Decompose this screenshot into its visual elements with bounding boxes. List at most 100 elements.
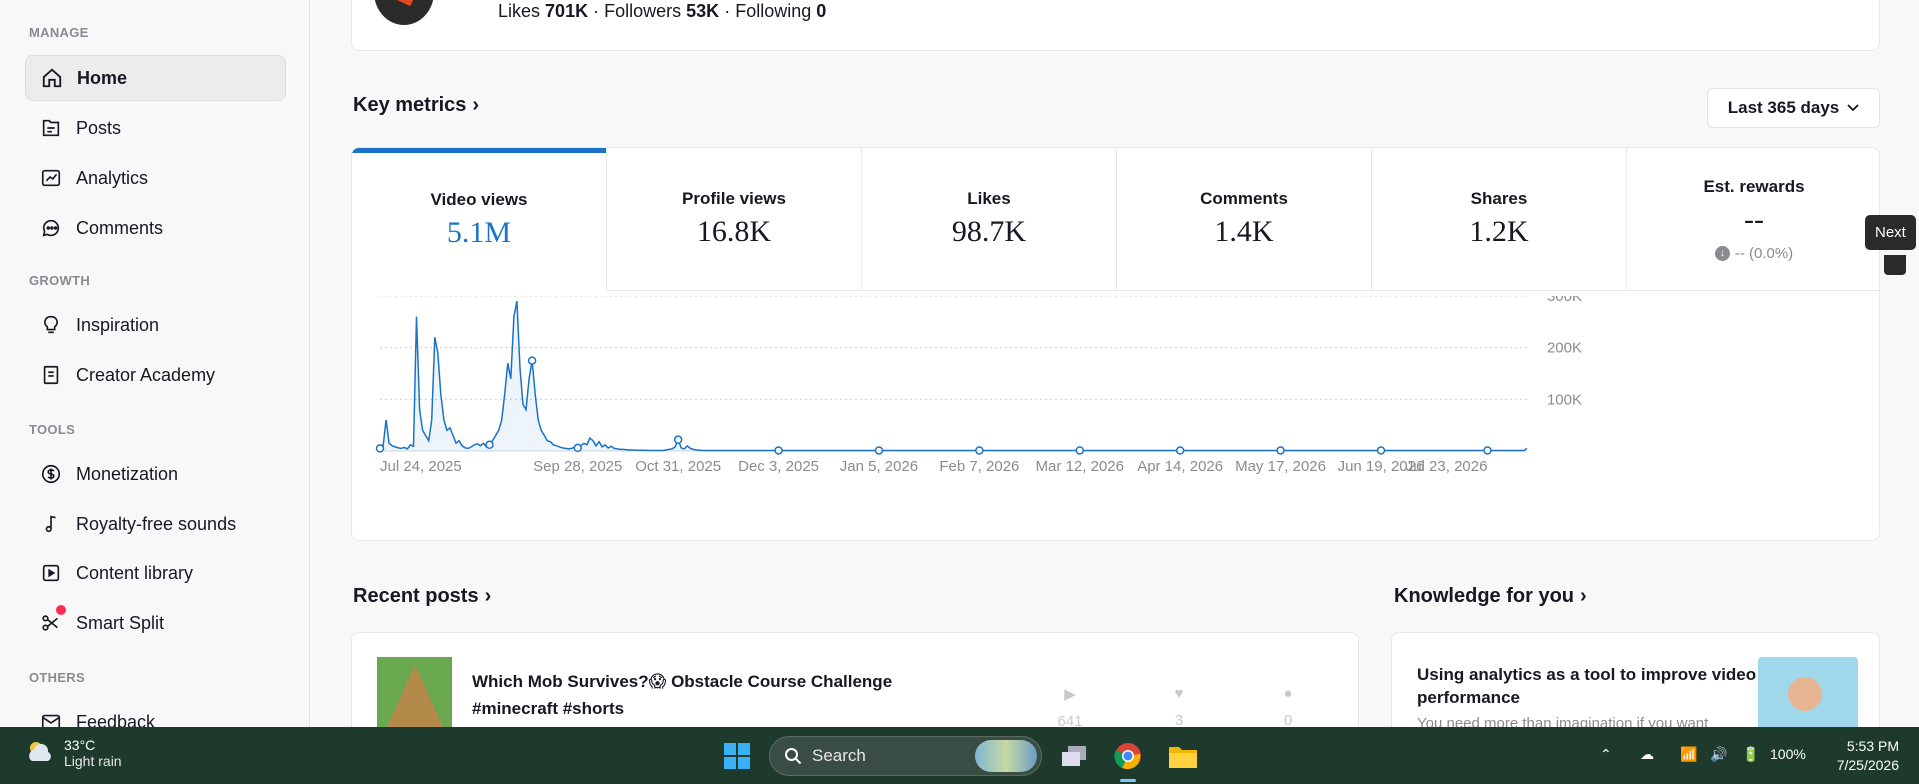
main-content: Likes 701K · Followers 53K · Following 0…	[311, 0, 1919, 727]
sidebar-item-content-library[interactable]: Content library	[25, 550, 286, 596]
sidebar-item-monetization[interactable]: Monetization	[25, 451, 286, 497]
avatar[interactable]	[374, 0, 434, 25]
chrome-icon[interactable]	[1109, 737, 1147, 775]
data-point	[375, 444, 385, 453]
post-thumbnail[interactable]	[377, 657, 452, 727]
key-metrics-link[interactable]: Key metrics ›	[353, 94, 479, 117]
onedrive-icon[interactable]: ☁	[1640, 746, 1654, 763]
lightbulb-icon	[43, 315, 59, 334]
file-explorer-icon[interactable]	[1164, 737, 1202, 775]
windows-start-icon[interactable]	[718, 737, 756, 775]
chevron-up-icon[interactable]: ⌃	[1600, 746, 1612, 763]
series-line	[379, 301, 1528, 452]
section-title-manage: MANAGE	[29, 25, 89, 40]
data-point	[1376, 446, 1386, 455]
comments-count: 0	[1283, 712, 1293, 727]
sidebar-item-label: Royalty-free sounds	[76, 513, 237, 534]
chevron-right-icon: ›	[484, 585, 492, 607]
x-tick-label: Jul 23, 2026	[1406, 458, 1488, 475]
post-comments: ● 0	[1268, 685, 1308, 727]
sidebar-item-inspiration[interactable]: Inspiration	[25, 302, 286, 348]
weather-widget[interactable]: 33°C Light rain	[24, 737, 122, 769]
sidebar-item-label: Inspiration	[76, 314, 160, 335]
x-tick-label: Feb 7, 2026	[939, 458, 1019, 475]
knowledge-title: Knowledge for you	[1394, 585, 1574, 607]
sidebar-item-creator-academy[interactable]: Creator Academy	[25, 352, 286, 398]
sidebar-item-royalty-free-sounds[interactable]: Royalty-free sounds	[25, 501, 286, 547]
chevron-right-icon: ›	[472, 94, 480, 116]
scissors-icon	[42, 615, 58, 631]
recent-posts-link[interactable]: Recent posts ›	[353, 585, 491, 608]
play-icon: ▶	[1064, 686, 1076, 703]
home-icon	[42, 68, 62, 88]
play-square-icon	[42, 564, 60, 582]
tab-est-rewards[interactable]: Est. rewards -- ↓ -- (0.0%)	[1627, 148, 1879, 291]
tab-likes[interactable]: Likes 98.7K	[862, 148, 1117, 291]
task-view-icon[interactable]	[1055, 737, 1093, 775]
sidebar-item-smart-split[interactable]: Smart Split	[25, 600, 286, 646]
x-tick-label: Apr 14, 2026	[1137, 458, 1223, 475]
views-line-chart: 100K 200K 300K Jul 24, 2025 Sep 28, 2025 Oct …	[375, 296, 1582, 475]
y-tick-label: 200K	[1547, 340, 1582, 357]
data-point	[1276, 446, 1285, 455]
tab-value: 1.2K	[1469, 215, 1529, 248]
x-tick-label: Jul 24, 2025	[380, 458, 462, 475]
tab-shares[interactable]: Shares 1.2K	[1372, 148, 1627, 291]
y-tick-label: 100K	[1547, 391, 1582, 408]
metric-tabs: Video views 5.1M Profile views 16.8K Lik…	[352, 148, 1879, 291]
sidebar-item-label: Feedback	[76, 711, 156, 728]
taskbar-search[interactable]: Search	[769, 736, 1042, 776]
data-point	[527, 356, 537, 365]
sidebar-item-feedback[interactable]: Feedback	[25, 699, 286, 727]
data-point	[1075, 446, 1085, 455]
comment-icon: ●	[1283, 685, 1293, 702]
data-point	[573, 443, 583, 453]
volume-icon[interactable]: 🔊	[1710, 746, 1727, 763]
tab-comments[interactable]: Comments 1.4K	[1117, 148, 1372, 291]
likes-label: Likes	[498, 1, 541, 21]
chevron-down-icon	[1847, 104, 1859, 112]
book-icon	[43, 365, 59, 385]
y-tick-label: 300K	[1547, 296, 1582, 305]
post-likes: ♥ 3	[1159, 685, 1199, 727]
clock[interactable]: 5:53 PM 7/25/2026	[1825, 737, 1899, 775]
sidebar-item-label: Analytics	[76, 167, 149, 188]
tab-label: Shares	[1470, 189, 1528, 208]
date-range-dropdown[interactable]: Last 365 days	[1707, 88, 1880, 128]
data-point	[774, 446, 783, 455]
clock-time: 5:53 PM	[1846, 738, 1899, 754]
knowledge-card[interactable]: Using analytics as a tool to improve vid…	[1391, 632, 1880, 727]
separator: ·	[724, 1, 731, 21]
views-count: 641	[1057, 713, 1083, 727]
sidebar-item-comments[interactable]: Comments	[25, 205, 286, 251]
sidebar-item-home[interactable]: Home	[25, 55, 286, 101]
section-title-growth: GROWTH	[29, 273, 91, 288]
sidebar-item-posts[interactable]: Posts	[25, 105, 286, 151]
next-button[interactable]	[1884, 255, 1906, 275]
comments-icon	[42, 219, 60, 237]
dollar-icon	[41, 464, 61, 484]
key-metrics-title: Key metrics	[353, 94, 467, 116]
section-title-tools: TOOLS	[29, 422, 76, 437]
tab-label: Profile views	[682, 189, 786, 208]
knowledge-link[interactable]: Knowledge for you ›	[1394, 585, 1587, 608]
tab-video-views[interactable]: Video views 5.1M	[352, 148, 607, 291]
likes-count: 3	[1174, 712, 1184, 727]
x-tick-label: Sep 28, 2025	[533, 458, 622, 475]
battery-icon[interactable]: 🔋	[1742, 746, 1759, 763]
arrow-down-icon: ↓	[1714, 245, 1730, 261]
post-title[interactable]: Which Mob Survives?😱 Obstacle Course Cha…	[472, 668, 932, 722]
tab-value: 1.4K	[1214, 215, 1274, 248]
tab-profile-views[interactable]: Profile views 16.8K	[607, 148, 862, 291]
cloud-rain-icon	[29, 742, 51, 761]
tab-value: 16.8K	[696, 215, 772, 248]
tab-label: Comments	[1200, 189, 1288, 208]
wifi-icon[interactable]: 📶	[1680, 746, 1697, 763]
sidebar-item-analytics[interactable]: Analytics	[25, 155, 286, 201]
knowledge-card-title: Using analytics as a tool to improve vid…	[1417, 665, 1757, 707]
section-title-others: OTHERS	[29, 670, 85, 685]
recent-post-card[interactable]: Which Mob Survives?😱 Obstacle Course Cha…	[351, 632, 1359, 727]
x-tick-label: Jan 5, 2026	[840, 458, 918, 475]
temperature: 33°C	[64, 737, 96, 753]
knowledge-thumbnail	[1758, 657, 1858, 727]
